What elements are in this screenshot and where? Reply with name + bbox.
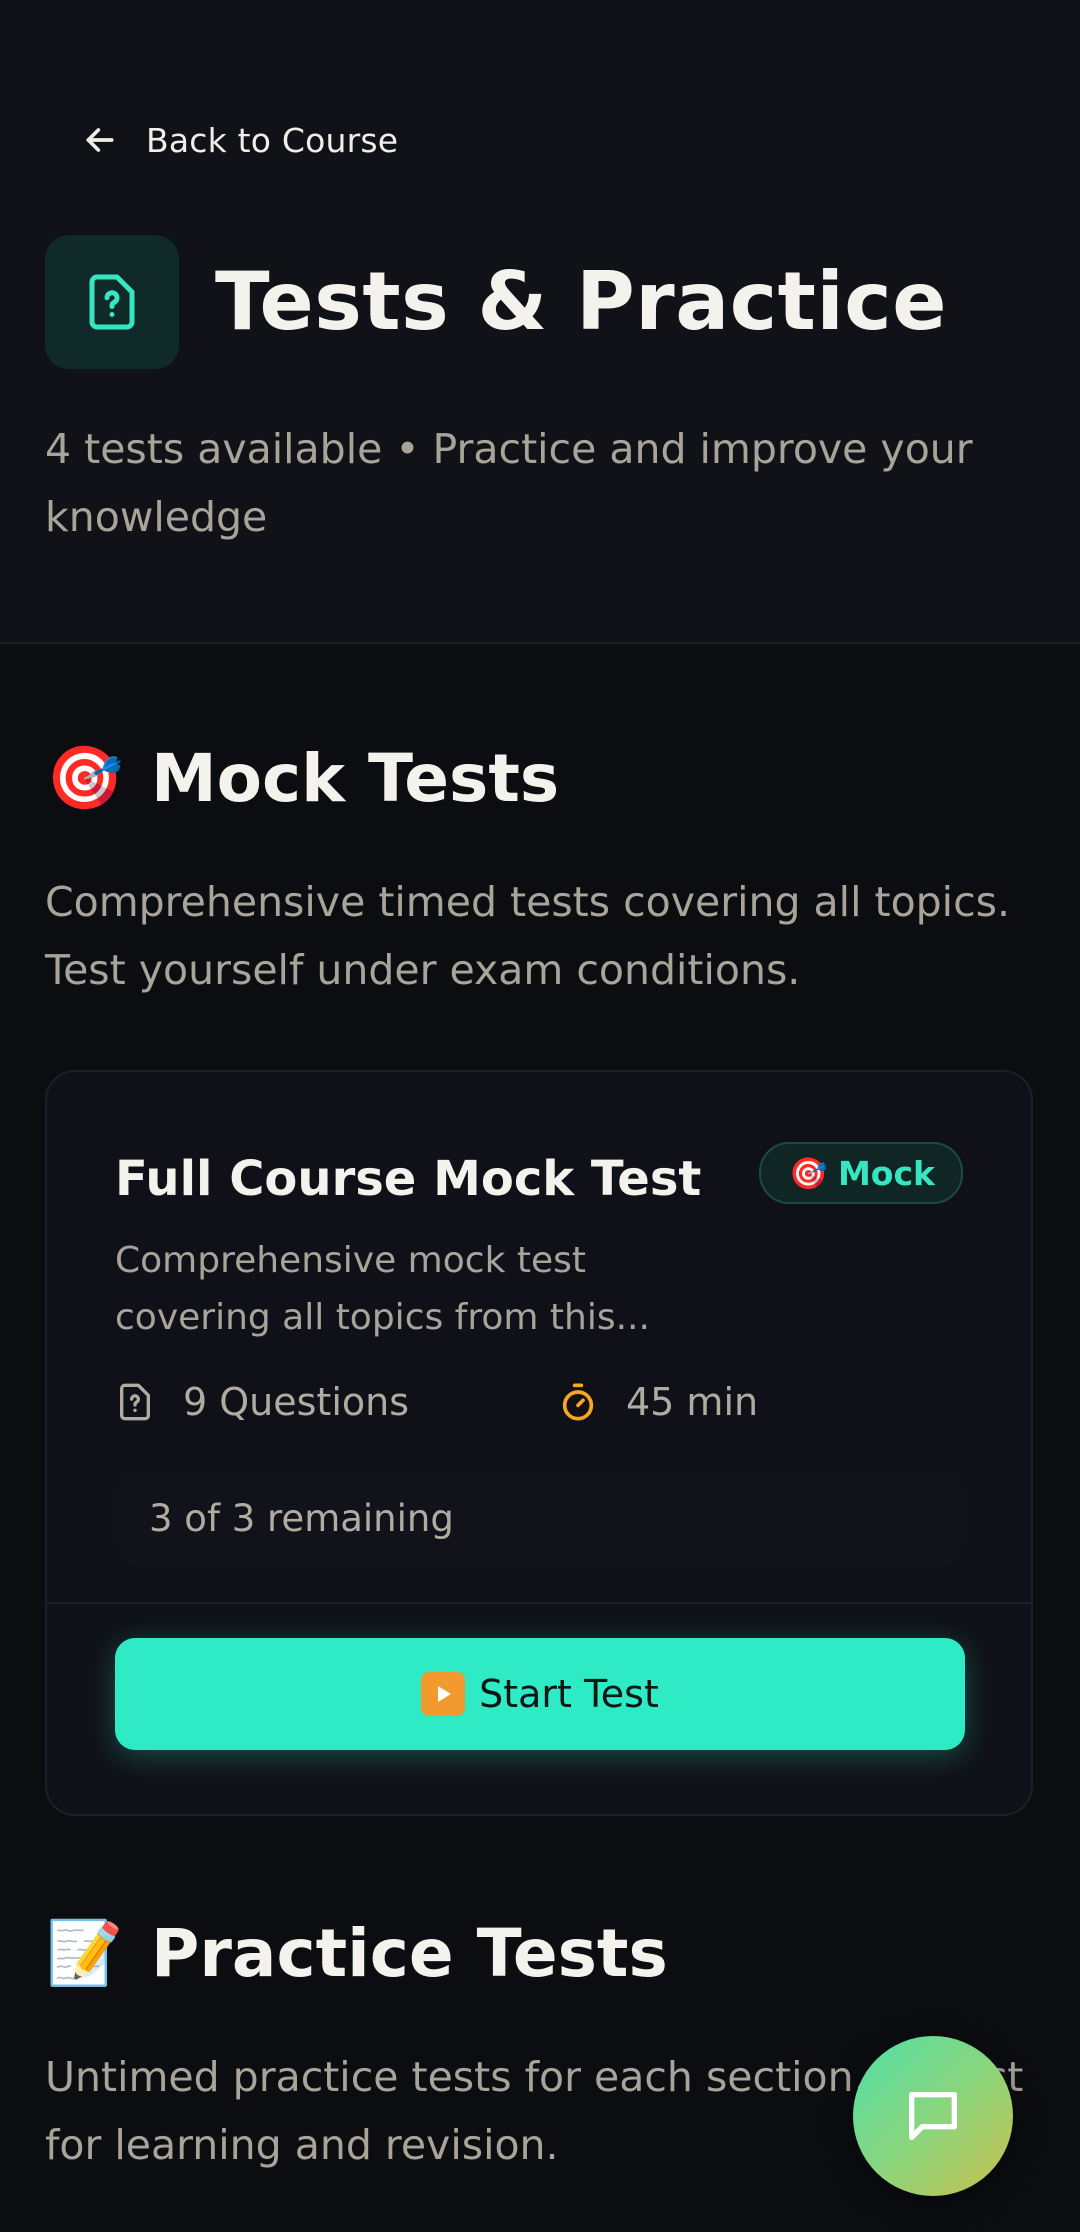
questions-count: 9 Questions <box>115 1372 409 1432</box>
document-question-icon <box>89 274 135 330</box>
arrow-left-icon <box>86 128 114 152</box>
test-title: Full Course Mock Test <box>115 1151 702 1207</box>
chat-button[interactable] <box>853 2036 1013 2196</box>
play-icon <box>421 1672 466 1716</box>
memo-icon: 📝 <box>46 1916 124 1989</box>
back-to-course-link[interactable]: Back to Course <box>80 112 398 168</box>
mock-tests-description: Comprehensive timed tests covering all t… <box>45 878 1011 994</box>
test-description: Comprehensive mock test covering all top… <box>115 1240 650 1338</box>
target-icon: 🎯 <box>46 741 124 814</box>
back-link-label: Back to Course <box>146 120 399 160</box>
mock-test-card: Full Course Mock Test 🎯 Mock Comprehensi… <box>45 1070 1033 1816</box>
card-divider <box>47 1602 1031 1604</box>
practice-tests-title: Practice Tests <box>151 1914 668 1992</box>
badge-label: Mock <box>837 1153 935 1193</box>
tests-icon-tile <box>45 235 179 369</box>
start-test-button[interactable]: Start Test <box>115 1638 965 1750</box>
target-icon: 🎯 <box>789 1155 828 1192</box>
page-title: Tests & Practice <box>215 255 947 348</box>
questions-label: 9 Questions <box>183 1380 410 1424</box>
practice-tests-heading: 📝 Practice Tests <box>45 1908 668 1998</box>
page-header: Back to Course Tests & Practice 4 tests … <box>0 0 1080 644</box>
mock-badge: 🎯 Mock <box>759 1142 963 1204</box>
chat-bubble-icon <box>909 2092 957 2140</box>
mock-tests-heading: 🎯 Mock Tests <box>45 733 559 823</box>
document-question-icon <box>120 1383 150 1421</box>
attempts-remaining: 3 of 3 remaining <box>115 1469 965 1567</box>
duration-label: 45 min <box>626 1380 759 1424</box>
page-subtitle: 4 tests available • Practice and improve… <box>45 425 973 541</box>
stopwatch-icon <box>562 1383 594 1421</box>
mock-tests-title: Mock Tests <box>151 739 560 817</box>
test-duration: 45 min <box>558 1372 758 1432</box>
start-test-label: Start Test <box>479 1672 659 1716</box>
